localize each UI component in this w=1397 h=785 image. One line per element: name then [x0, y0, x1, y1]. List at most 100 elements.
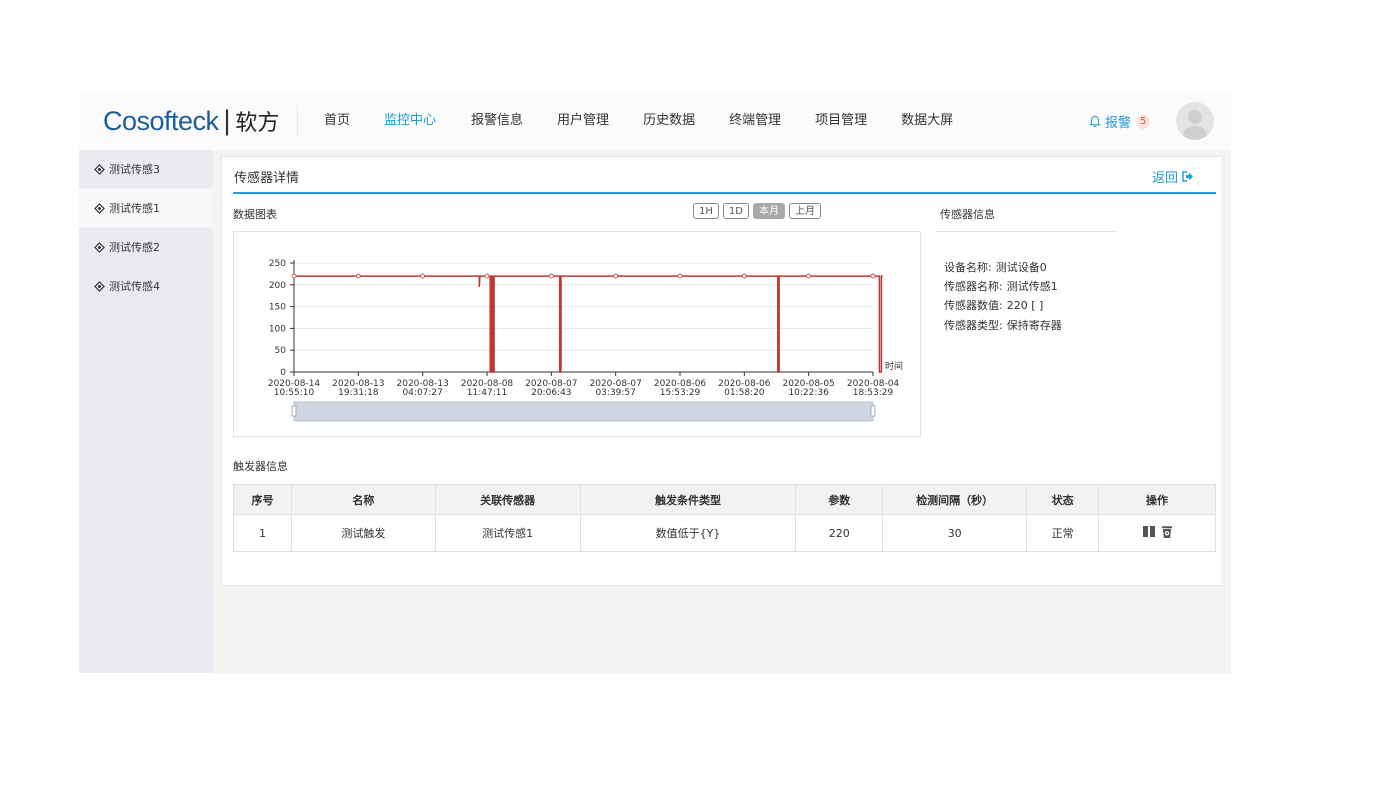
data-point: [741, 273, 747, 279]
info-sensor-value: 传感器数值: 220 [ ]: [944, 297, 1043, 313]
x-tick-label-time: 15:53:29: [660, 388, 701, 398]
sidebar-item-label: 测试传感2: [109, 241, 160, 254]
x-tick-label-time: 10:22:36: [788, 388, 829, 398]
column-header: 参数: [795, 484, 884, 515]
pause-icon[interactable]: [1142, 525, 1156, 538]
info-device-name: 设备名称: 测试设备0: [944, 259, 1047, 275]
sidebar-item-sensor2[interactable]: 测试传感2: [79, 228, 213, 267]
info-key: 传感器类型:: [944, 319, 1003, 332]
chart-section-label: 数据图表: [233, 208, 277, 221]
sidebar-item-sensor4[interactable]: 测试传感4: [79, 267, 213, 306]
data-point: [484, 273, 490, 279]
x-tick-label-time: 03:39:57: [595, 388, 635, 398]
table-row: 1 测试触发 测试传感1 数值低于{Y} 220 30 正常: [233, 514, 1216, 552]
y-tick-label: 100: [269, 324, 286, 334]
nav-user-management[interactable]: 用户管理: [557, 92, 609, 150]
info-section-label: 传感器信息: [940, 208, 995, 221]
table-header-row: 序号 名称 关联传感器 触发条件类型 参数 检测间隔（秒） 状态 操作: [233, 484, 1216, 515]
cell-no: 1: [233, 514, 292, 552]
nav-monitor-center[interactable]: 监控中心: [384, 92, 436, 150]
data-point: [355, 273, 361, 279]
y-tick-label: 150: [269, 303, 286, 313]
app-window: Cosofteck | 软方 首页 监控中心 报警信息 用户管理 历史数据 终端…: [79, 92, 1231, 673]
x-tick-label-time: 18:53:29: [853, 388, 894, 398]
top-navbar: Cosofteck | 软方 首页 监控中心 报警信息 用户管理 历史数据 终端…: [79, 92, 1231, 150]
cell-param: 220: [795, 514, 884, 552]
x-tick-label-time: 20:06:43: [531, 388, 571, 398]
sensor-sidebar: 测试传感3 测试传感1 测试传感2 测试传感4: [79, 150, 213, 673]
info-value: 保持寄存器: [1006, 319, 1062, 332]
y-tick-label: 0: [280, 368, 286, 378]
main-nav: 首页 监控中心 报警信息 用户管理 历史数据 终端管理 项目管理 数据大屏: [307, 92, 953, 150]
cell-sensor: 测试传感1: [434, 514, 581, 552]
brand-chinese-name: 软方: [235, 111, 280, 136]
data-point: [870, 273, 876, 279]
info-sensor-type: 传感器类型: 保持寄存器: [944, 317, 1062, 333]
x-tick-label-time: 19:31:18: [338, 388, 379, 398]
column-header: 关联传感器: [434, 484, 581, 515]
cell-condition: 数值低于{Y}: [579, 514, 797, 552]
info-key: 设备名称:: [944, 261, 992, 274]
trash-icon[interactable]: [1161, 525, 1173, 539]
y-tick-label: 250: [269, 259, 286, 269]
back-button[interactable]: 返回: [1152, 167, 1194, 186]
nav-alarm-info[interactable]: 报警信息: [471, 92, 523, 150]
exit-icon: [1182, 171, 1193, 182]
brand-name: Cosofteck: [103, 105, 219, 136]
cell-interval: 30: [882, 514, 1028, 552]
nav-data-screen[interactable]: 数据大屏: [901, 92, 953, 150]
data-point: [613, 273, 619, 279]
range-1h-button[interactable]: 1H: [693, 203, 719, 219]
range-1d-button[interactable]: 1D: [722, 203, 749, 219]
data-point: [806, 273, 812, 279]
nav-terminal-management[interactable]: 终端管理: [729, 92, 781, 150]
alarm-label: 报警: [1105, 116, 1132, 131]
range-last-month-button[interactable]: 上月: [788, 203, 821, 219]
sensor-detail-panel: 传感器详情 返回 数据图表 1H 1D 本月 上月 0 50 100 150 200 25…: [221, 156, 1223, 586]
avatar[interactable]: [1176, 102, 1214, 140]
column-header: 操作: [1098, 484, 1216, 515]
series-line: [294, 275, 883, 373]
nav-project-management[interactable]: 项目管理: [815, 92, 867, 150]
x-tick-label-time: 11:47:11: [467, 388, 507, 398]
nav-history-data[interactable]: 历史数据: [643, 92, 695, 150]
brand-separator: |: [222, 106, 232, 136]
sidebar-item-sensor1[interactable]: 测试传感1: [79, 189, 213, 228]
info-value: 220 [ ]: [1006, 299, 1044, 312]
y-tick-label: 200: [269, 281, 286, 291]
column-header: 名称: [290, 484, 436, 515]
sensor-icon: [94, 202, 105, 214]
column-header: 检测间隔（秒）: [882, 484, 1028, 515]
data-point: [291, 273, 297, 279]
info-value: 测试传感1: [1006, 280, 1058, 293]
zoom-handle-left: [291, 405, 297, 417]
info-sensor-name: 传感器名称: 测试传感1: [944, 278, 1058, 294]
sidebar-item-label: 测试传感3: [109, 163, 160, 176]
data-point: [677, 273, 683, 279]
zoom-slider-track: [293, 401, 874, 422]
x-axis-label: 时间: [885, 360, 903, 372]
alarm-count-badge: 5: [1136, 114, 1151, 129]
logo-divider: [297, 106, 298, 136]
trigger-section-label: 触发器信息: [233, 460, 288, 473]
cell-name: 测试触发: [290, 514, 436, 552]
sensor-icon: [94, 241, 105, 253]
line-chart: 0501001502002502020-08-1410:55:102020-08…: [268, 259, 903, 422]
column-header: 状态: [1026, 484, 1100, 515]
alarm-button[interactable]: 报警 5: [1089, 112, 1151, 131]
sidebar-item-label: 测试传感4: [109, 280, 160, 293]
brand-logo[interactable]: Cosofteck | 软方: [103, 104, 279, 138]
back-label: 返回: [1151, 171, 1178, 186]
y-tick-label: 50: [275, 346, 287, 356]
x-tick-label-time: 10:55:10: [274, 388, 315, 398]
sidebar-item-sensor3[interactable]: 测试传感3: [79, 150, 213, 189]
info-key: 传感器数值:: [944, 299, 1003, 312]
trigger-table: 序号 名称 关联传感器 触发条件类型 参数 检测间隔（秒） 状态 操作 1 测试…: [233, 484, 1216, 552]
time-range-selector: 1H 1D 本月 上月: [693, 203, 825, 219]
info-key: 传感器名称:: [944, 280, 1003, 293]
range-this-month-button[interactable]: 本月: [752, 203, 785, 219]
data-point: [420, 273, 426, 279]
cell-actions: [1098, 514, 1216, 552]
nav-home[interactable]: 首页: [324, 92, 350, 150]
column-header: 触发条件类型: [579, 484, 797, 515]
